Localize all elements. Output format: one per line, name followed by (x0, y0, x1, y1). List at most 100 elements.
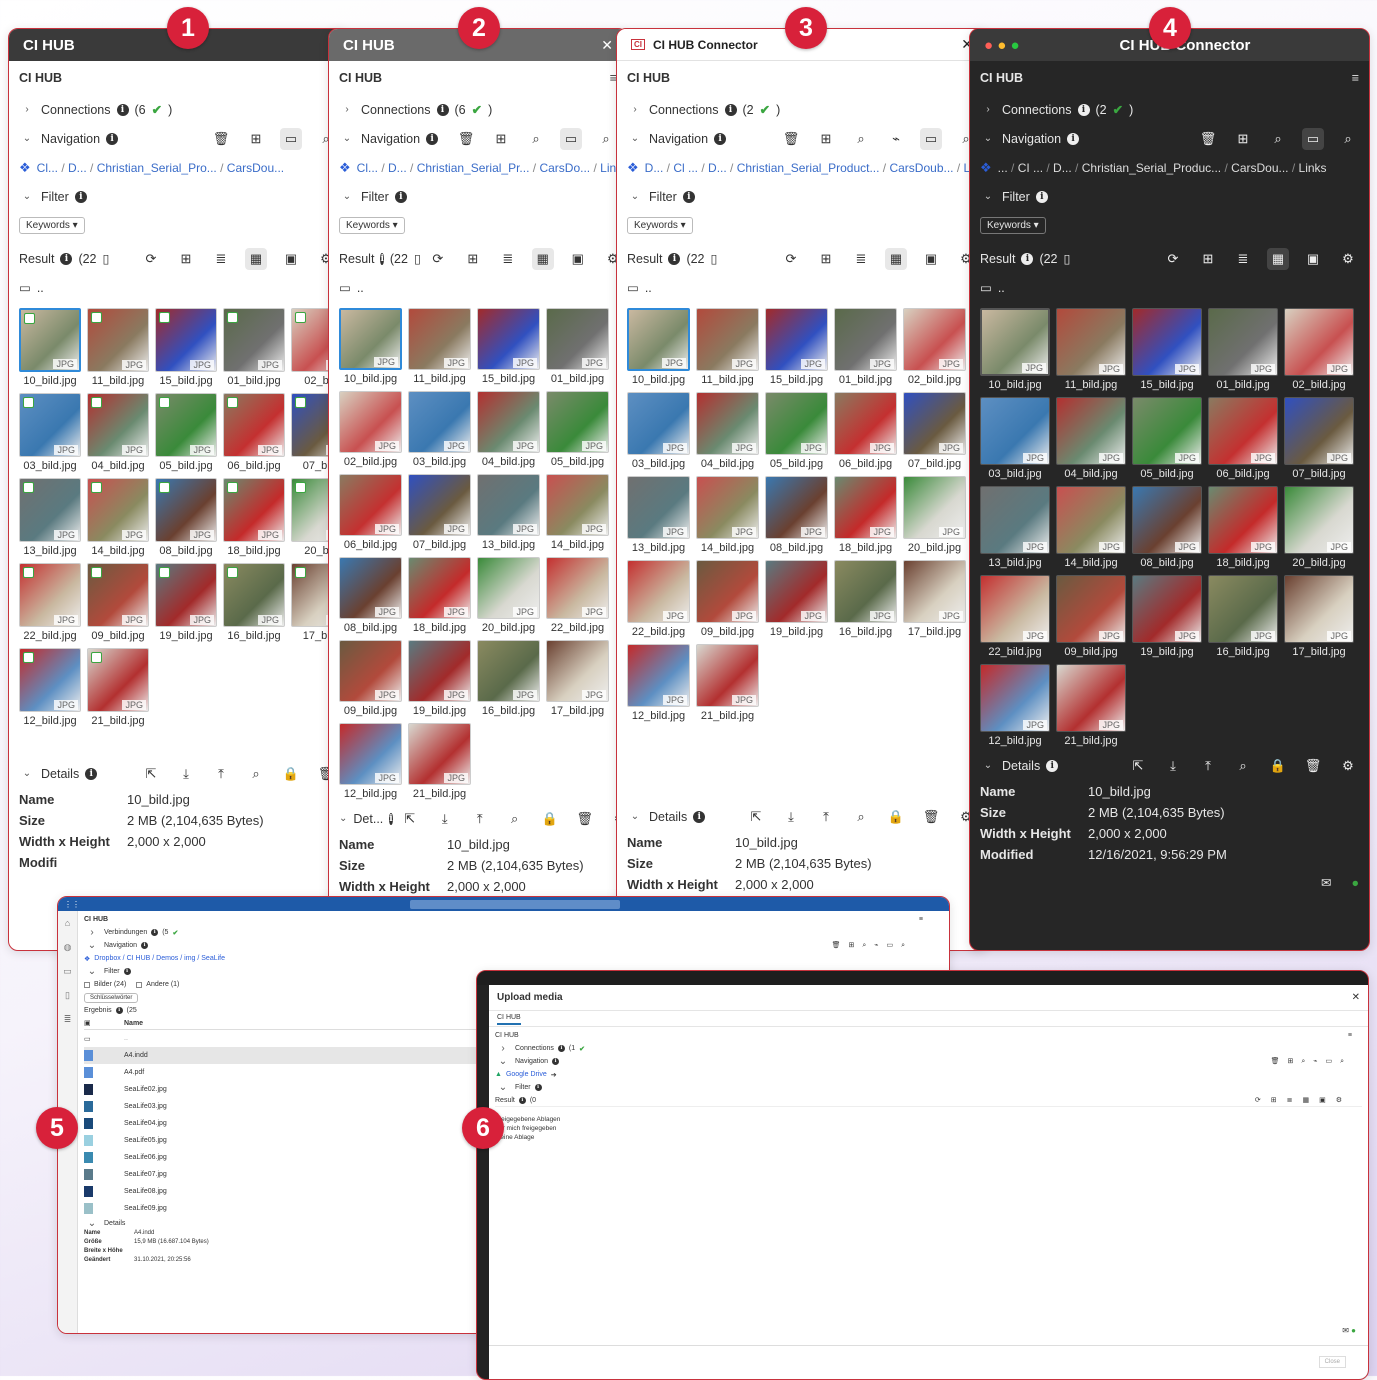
connections-label[interactable]: Connections (1002, 103, 1072, 117)
thumbnail-image[interactable]: JPG (627, 308, 690, 371)
menu-icon[interactable]: ≡ (1352, 71, 1359, 85)
lock-icon[interactable]: 🔒 (1267, 755, 1289, 777)
thumbnail-item[interactable]: JPG 13_bild.jpg (19, 478, 81, 557)
keywords-dropdown[interactable]: Keywords ▾ (980, 217, 1046, 234)
copy-icon[interactable] (91, 567, 102, 578)
chevron-down-icon[interactable]: ⌄ (19, 191, 35, 202)
thumbnail-item[interactable]: JPG 03_bild.jpg (19, 393, 81, 472)
keywords-dropdown[interactable]: Schlüsselwörter (84, 992, 139, 1003)
thumbnail-item[interactable]: JPG 01_bild.jpg (546, 308, 609, 385)
thumbnail-item[interactable]: JPG 06_bild.jpg (1208, 397, 1278, 480)
thumbnail-item[interactable]: JPG 08_bild.jpg (155, 478, 217, 557)
copy-icon[interactable] (91, 312, 102, 323)
breadcrumb-item[interactable]: Cl... (357, 161, 378, 175)
thumbnail-item[interactable]: JPG 22_bild.jpg (980, 575, 1050, 658)
open-icon[interactable]: ⇱ (140, 763, 162, 785)
parent-folder[interactable]: .. (645, 281, 652, 295)
thumbnail-item[interactable]: JPG 19_bild.jpg (155, 563, 217, 642)
breadcrumb-item[interactable]: Christian_Serial_Produc... (1082, 161, 1221, 175)
chevron-down-icon[interactable]: ⌄ (19, 133, 35, 144)
connections-label[interactable]: Connections (361, 103, 431, 117)
thumbnail-image[interactable]: JPG (1132, 397, 1202, 465)
chevron-right-icon[interactable]: › (19, 104, 35, 115)
thumbnail-item[interactable]: JPG 16_bild.jpg (477, 640, 540, 717)
thumbnail-image[interactable]: JPG (87, 393, 149, 457)
thumbnail-item[interactable]: JPG 15_bild.jpg (765, 308, 828, 386)
refresh-icon[interactable]: ⟳ (140, 248, 162, 270)
copy-icon[interactable] (91, 397, 102, 408)
copy-icon[interactable] (295, 397, 306, 408)
thumbnail-image[interactable]: JPG (1208, 308, 1278, 376)
menu-icon[interactable]: ≡ (919, 916, 923, 923)
filter-label[interactable]: Filter (1002, 190, 1030, 204)
thumbnail-item[interactable]: JPG 19_bild.jpg (1132, 575, 1202, 658)
open-icon[interactable]: ⇱ (745, 806, 767, 828)
breadcrumb-item[interactable]: CarsDou... (1231, 161, 1288, 175)
trash-icon[interactable]: 🗑 (780, 128, 802, 150)
thumbnail-image[interactable]: JPG (477, 391, 540, 453)
refresh-icon[interactable]: ⟳ (1162, 248, 1184, 270)
thumbnail-item[interactable]: JPG 11_bild.jpg (1056, 308, 1126, 391)
copy-icon[interactable] (227, 397, 238, 408)
thumbnail-image[interactable]: JPG (1284, 308, 1354, 376)
folder-icon[interactable]: ▭ (19, 280, 31, 295)
file-icon[interactable]: ▯ (58, 983, 77, 1007)
thumbnail-item[interactable]: JPG 21_bild.jpg (1056, 664, 1126, 747)
add-icon[interactable]: ⊞ (815, 248, 837, 270)
minimize-dot-icon[interactable]: ● (997, 37, 1006, 54)
thumbnail-item[interactable]: JPG 02_bild.jpg (903, 308, 966, 386)
search-icon[interactable]: ⌕ (1337, 128, 1359, 150)
grid-view-icon[interactable]: ▦ (1267, 247, 1289, 270)
thumbnail-image[interactable]: JPG (87, 308, 149, 372)
thumbnail-image[interactable]: JPG (903, 392, 966, 455)
chevron-down-icon[interactable]: ⌄ (627, 811, 643, 822)
upload-icon[interactable]: ⤒ (469, 808, 491, 830)
filter-label[interactable]: Filter (41, 190, 69, 204)
parent-folder[interactable]: .. (124, 1035, 128, 1042)
close-icon[interactable]: ✕ (1352, 992, 1360, 1003)
thumbnail-item[interactable]: JPG 12_bild.jpg (339, 723, 402, 800)
trash-icon[interactable]: 🗑 (920, 806, 942, 828)
thumbnail-item[interactable]: JPG 16_bild.jpg (223, 563, 285, 642)
chevron-down-icon[interactable]: ⌄ (495, 1082, 511, 1093)
breadcrumb-item[interactable]: D... (388, 161, 407, 175)
copy-icon[interactable] (91, 482, 102, 493)
thumbnail-image[interactable]: JPG (155, 393, 217, 457)
details-label[interactable]: Details (104, 1220, 125, 1227)
chevron-down-icon[interactable]: ⌄ (84, 940, 100, 951)
nav-tools[interactable]: 🗑⊞⌕⌁▭⌕ (832, 941, 913, 950)
card-view-icon[interactable]: ▣ (920, 248, 942, 270)
add-icon[interactable]: ⊞ (175, 248, 197, 270)
thumbnail-image[interactable]: JPG (696, 392, 759, 455)
lock-icon[interactable]: 🔒 (885, 806, 907, 828)
chevron-down-icon[interactable]: ⌄ (19, 768, 35, 779)
thumbnail-image[interactable]: JPG (19, 393, 81, 457)
connections-label[interactable]: Connections (649, 103, 719, 117)
list-view-icon[interactable]: ≣ (850, 248, 872, 270)
thumbnail-image[interactable]: JPG (408, 557, 471, 619)
chevron-right-icon[interactable]: › (84, 927, 100, 938)
thumbnail-image[interactable]: JPG (903, 308, 966, 371)
thumbnail-image[interactable]: JPG (546, 557, 609, 619)
zoom-icon[interactable]: ⌕ (850, 128, 872, 150)
zoom-icon[interactable]: ⌕ (245, 763, 267, 785)
grid-view-icon[interactable]: ▦ (531, 247, 554, 270)
filter-label[interactable]: Filter (515, 1084, 531, 1091)
card-view-icon[interactable]: ▣ (1302, 248, 1324, 270)
menu-icon[interactable]: ≡ (1348, 1032, 1352, 1039)
thumbnail-item[interactable]: JPG 07_bild.jpg (903, 392, 966, 470)
chevron-down-icon[interactable]: ⌄ (339, 191, 355, 202)
thumbnail-item[interactable]: JPG 12_bild.jpg (627, 644, 690, 722)
copy-icon[interactable] (159, 567, 170, 578)
breadcrumb-google-drive[interactable]: Google Drive (506, 1071, 547, 1078)
filter-label[interactable]: Filter (104, 968, 120, 975)
folder-icon[interactable]: ▭ (980, 280, 992, 295)
thumbnail-image[interactable]: JPG (765, 392, 828, 455)
thumbnail-image[interactable]: JPG (765, 308, 828, 371)
thumbnail-item[interactable]: JPG 16_bild.jpg (1208, 575, 1278, 658)
trash-icon[interactable]: 🗑 (1197, 128, 1219, 150)
folder-icon[interactable]: ▭ (339, 280, 351, 295)
parent-folder[interactable]: .. (357, 281, 364, 295)
thumbnail-item[interactable]: JPG 15_bild.jpg (1132, 308, 1202, 391)
thumbnail-item[interactable]: JPG 22_bild.jpg (627, 560, 690, 638)
